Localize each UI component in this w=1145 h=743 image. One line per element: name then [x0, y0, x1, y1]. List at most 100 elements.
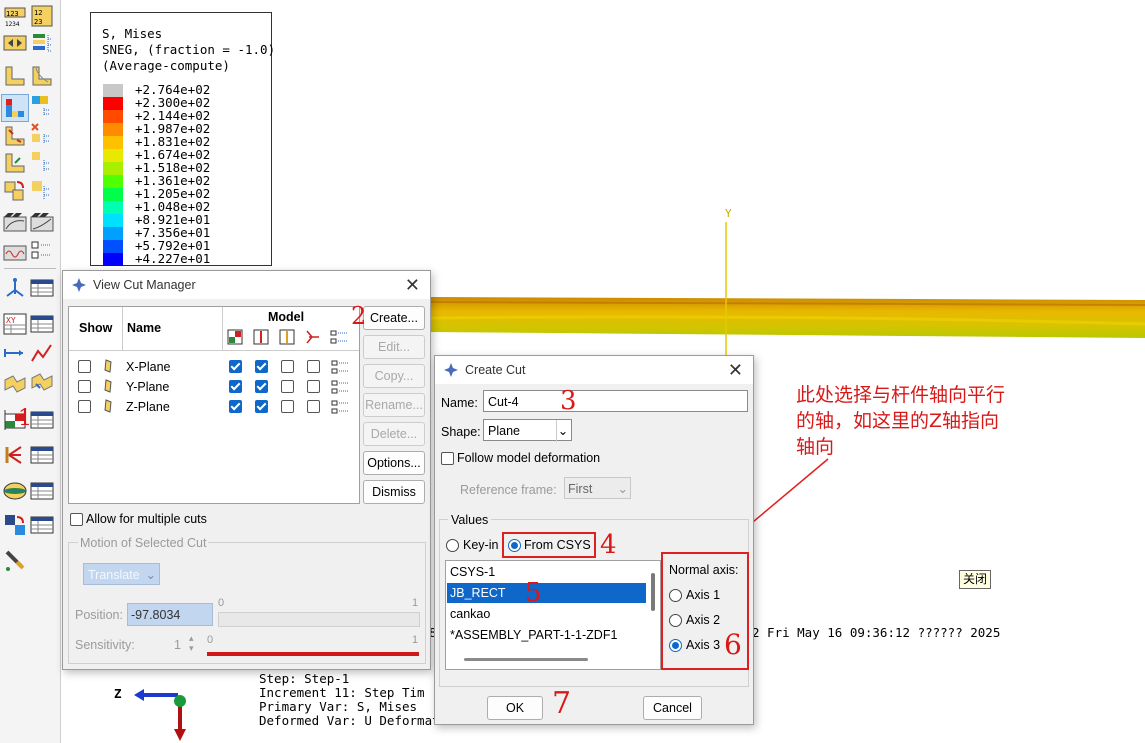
reference-frame-select[interactable]: First ⌄ [564, 477, 631, 499]
model-checkbox-checked[interactable] [255, 360, 268, 373]
sensitivity-value[interactable]: 1 [174, 638, 181, 652]
copy-cut-button[interactable]: Copy... [363, 364, 425, 388]
model-checkbox[interactable] [281, 380, 294, 393]
grid-numbering-icon[interactable]: 1223 [30, 4, 54, 28]
allow-multiple-checkbox[interactable] [70, 513, 83, 526]
svg-text:1234: 1234 [5, 21, 20, 28]
free-body-icon[interactable] [3, 443, 27, 467]
plot-xy-icon[interactable] [3, 341, 27, 365]
undeformed-shape-icon[interactable] [3, 64, 27, 88]
axis2-radio[interactable] [669, 614, 682, 627]
table-icon[interactable] [30, 276, 54, 300]
numbering-icon[interactable]: 123 1234 [3, 5, 27, 29]
stream-icon[interactable] [3, 372, 27, 396]
show-checkbox[interactable] [78, 360, 91, 373]
csys-list-hscrollbar[interactable] [464, 658, 588, 661]
symbol-options-icon[interactable] [30, 122, 54, 146]
animation-table-icon[interactable] [30, 240, 54, 264]
scale-factor-animation-icon[interactable] [30, 211, 54, 235]
xy-curve-icon[interactable] [30, 341, 54, 365]
contour-options-icon[interactable] [30, 94, 54, 118]
options-button[interactable]: Options... [363, 451, 425, 475]
show-checkbox[interactable] [78, 400, 91, 413]
sensitivity-spinner-icon[interactable]: ▴ ▾ [189, 633, 194, 653]
follow-deformation-checkbox[interactable] [441, 452, 454, 465]
list-item[interactable]: *ASSEMBLY_PART-1-1-ZDF1 [447, 625, 646, 645]
free-body-manager-icon[interactable] [30, 443, 54, 467]
date-info: 2 Fri May 16 09:36:12 ?????? 2025 [752, 625, 1001, 640]
view-cut-manager-icon[interactable] [30, 408, 54, 432]
list-item[interactable]: cankao [447, 604, 646, 624]
dismiss-button[interactable]: Dismiss [363, 480, 425, 504]
cancel-button[interactable]: Cancel [643, 696, 702, 720]
model-checkbox-checked[interactable] [229, 400, 242, 413]
legend-entry: +1.518e+02 [103, 160, 210, 175]
ok-button[interactable]: OK [487, 696, 543, 720]
csys-list[interactable]: CSYS-1 JB_RECT cankao *ASSEMBLY_PART-1-1-ZD… [445, 560, 661, 670]
material-orientation-icon[interactable] [3, 151, 27, 175]
display-group-icon[interactable] [3, 479, 27, 503]
vcm-titlebar[interactable]: View Cut Manager ✕ [63, 271, 430, 299]
cut-name-input[interactable]: Cut-4 [483, 390, 748, 412]
layers-icon[interactable] [30, 31, 54, 55]
edit-cut-button[interactable]: Edit... [363, 335, 425, 359]
harmonic-animation-icon[interactable] [3, 240, 27, 264]
cut-options-icon[interactable] [331, 359, 351, 375]
axis3-radio[interactable] [669, 639, 682, 652]
model-checkbox[interactable] [307, 380, 320, 393]
model-checkbox[interactable] [281, 400, 294, 413]
model-checkbox[interactable] [307, 400, 320, 413]
table-row[interactable]: Z-Plane [69, 397, 359, 417]
replace-icon[interactable] [3, 513, 27, 537]
legend-swatch [103, 84, 123, 97]
animation-options-icon[interactable] [30, 178, 54, 202]
position-slider[interactable] [218, 612, 420, 627]
motion-mode-select[interactable]: Translate ⌄ [83, 563, 160, 585]
delete-cut-button[interactable]: Delete... [363, 422, 425, 446]
cut-options-icon[interactable] [331, 379, 351, 395]
from-csys-radio[interactable] [508, 539, 521, 552]
position-field[interactable]: -97.8034 [127, 603, 213, 626]
step-marker-6: 6 [724, 628, 742, 661]
create-cut-button[interactable]: Create... [363, 306, 425, 330]
model-checkbox-checked[interactable] [255, 400, 268, 413]
xy-data-icon[interactable] [3, 276, 27, 300]
plane-icon [104, 379, 112, 393]
table-row[interactable]: X-Plane [69, 357, 359, 377]
replace-manager-icon[interactable] [30, 513, 54, 537]
model-checkbox-checked[interactable] [229, 380, 242, 393]
axis1-radio[interactable] [669, 589, 682, 602]
time-history-animation-icon[interactable] [3, 211, 27, 235]
model-checkbox-checked[interactable] [255, 380, 268, 393]
create-xy-data-icon[interactable]: XY [3, 312, 27, 336]
sensitivity-slider[interactable] [207, 652, 419, 656]
xy-manager-icon[interactable] [30, 312, 54, 336]
keyin-radio[interactable] [446, 539, 459, 552]
shape-select[interactable]: Plane ⌄ [483, 419, 572, 442]
show-checkbox[interactable] [78, 380, 91, 393]
vcm-close-icon[interactable]: ✕ [405, 275, 420, 296]
arrows-icon[interactable] [3, 31, 27, 55]
cc-close-icon[interactable]: ✕ [728, 360, 743, 381]
orientation-options-icon[interactable] [30, 150, 54, 174]
cc-titlebar[interactable]: Create Cut ✕ [435, 356, 753, 384]
deformed-shape-icon[interactable] [30, 64, 54, 88]
animate-icon[interactable] [3, 178, 27, 202]
model-checkbox-checked[interactable] [229, 360, 242, 373]
csys-list-scrollbar[interactable] [651, 573, 655, 611]
csys-item-selected[interactable]: JB_RECT [447, 583, 646, 603]
rename-cut-button[interactable]: Rename... [363, 393, 425, 417]
cut-options-icon[interactable] [331, 399, 351, 415]
display-group-manager-icon[interactable] [30, 479, 54, 503]
close-tooltip[interactable]: 关闭 [959, 570, 991, 589]
list-item[interactable]: CSYS-1 [447, 562, 646, 582]
symbol-plot-icon[interactable] [3, 124, 27, 148]
legend-variable: S, Mises [102, 26, 163, 41]
model-checkbox[interactable] [307, 360, 320, 373]
contour-plot-icon[interactable] [3, 96, 27, 120]
stream-options-icon[interactable] [30, 372, 54, 396]
table-row[interactable]: Y-Plane [69, 377, 359, 397]
query-icon[interactable] [3, 548, 27, 572]
model-checkbox[interactable] [281, 360, 294, 373]
sensitivity-slider-min: 0 [207, 634, 214, 646]
